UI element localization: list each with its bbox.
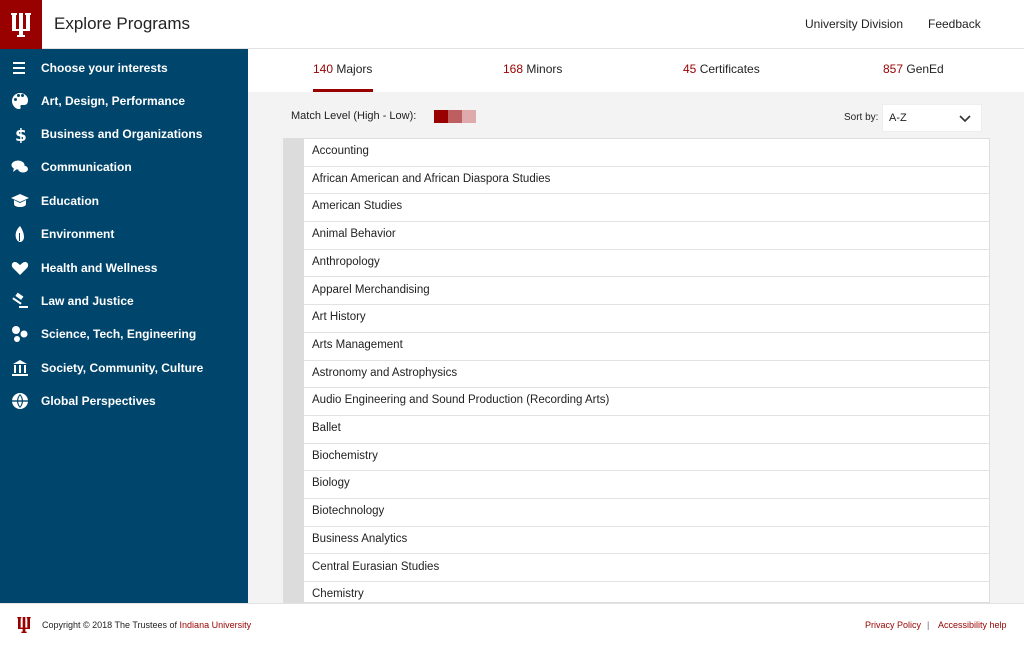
list-item[interactable]: Art History: [304, 305, 989, 333]
sidebar-item-label: Global Perspectives: [41, 394, 156, 408]
sidebar-item-label: Communication: [41, 160, 132, 174]
tab-gened[interactable]: 857 GenEd: [883, 49, 953, 92]
sort-select[interactable]: A-Z: [882, 104, 982, 132]
list-item[interactable]: Business Analytics: [304, 526, 989, 555]
program-list: Accounting African American and African D…: [283, 138, 990, 603]
list-item[interactable]: Audio Engineering and Sound Production (…: [304, 388, 989, 416]
tab-majors[interactable]: 140 Majors: [313, 49, 373, 92]
list-item[interactable]: Biology: [304, 471, 989, 500]
sidebar-item-label: Science, Tech, Engineering: [41, 327, 197, 341]
accessibility-help-link[interactable]: Accessibility help: [938, 620, 1007, 630]
sort-by-label: Sort by:: [844, 112, 879, 123]
sidebar-item-communication[interactable]: Communication: [0, 152, 248, 182]
list-item[interactable]: Biochemistry: [304, 443, 989, 472]
tab-minors[interactable]: 168 Minors: [503, 49, 573, 92]
trident-icon: [17, 617, 31, 633]
sidebar-item-society-community-culture[interactable]: Society, Community, Culture: [0, 353, 248, 383]
sidebar-item-label: Art, Design, Performance: [41, 94, 186, 108]
list-item[interactable]: Central Eurasian Studies: [304, 554, 989, 583]
molecule-icon: [10, 324, 30, 344]
app-footer: Copyright © 2018 The Trustees of Indiana…: [0, 603, 1024, 645]
list-item[interactable]: African American and African Diaspora St…: [304, 166, 989, 195]
sidebar-item-label: Choose your interests: [41, 61, 168, 75]
feedback-link[interactable]: Feedback: [928, 17, 981, 31]
privacy-policy-link[interactable]: Privacy Policy: [865, 620, 921, 630]
tab-label: Certificates: [699, 62, 760, 76]
palette-icon: [10, 91, 30, 111]
list-item[interactable]: Apparel Merchandising: [304, 277, 989, 306]
sidebar-item-business-organizations[interactable]: $ Business and Organizations: [0, 119, 248, 149]
tab-certificates[interactable]: 45 Certificates: [683, 49, 773, 92]
gavel-icon: [10, 291, 30, 311]
leaf-icon: [10, 224, 30, 244]
sidebar-item-label: Business and Organizations: [41, 127, 203, 141]
tab-label: Majors: [336, 62, 373, 76]
sidebar-item-label: Environment: [41, 227, 115, 241]
list-item[interactable]: Animal Behavior: [304, 222, 989, 250]
sidebar-item-label: Health and Wellness: [41, 261, 158, 275]
sidebar-item-choose-interests[interactable]: Choose your interests: [0, 53, 248, 83]
copyright-prefix: Copyright © 2018 The Trustees of: [42, 620, 180, 630]
sidebar-item-global-perspectives[interactable]: Global Perspectives: [0, 386, 248, 416]
sidebar-item-health-wellness[interactable]: Health and Wellness: [0, 253, 248, 283]
tab-label: Minors: [526, 62, 563, 76]
list-item[interactable]: Astronomy and Astrophysics: [304, 360, 989, 389]
graduation-cap-icon: [10, 191, 30, 211]
match-level-label: Match Level (High - Low):: [291, 110, 417, 122]
indiana-university-link[interactable]: Indiana University: [180, 620, 252, 630]
copyright-text: Copyright © 2018 The Trustees of Indiana…: [42, 620, 251, 630]
tab-count: 168: [503, 62, 524, 76]
program-type-tabs: 140 Majors 168 Minors 45 Certificates 85…: [248, 49, 1024, 92]
list-item[interactable]: Ballet: [304, 416, 989, 444]
tab-label: GenEd: [906, 62, 944, 76]
footer-separator: |: [927, 620, 930, 630]
speech-bubbles-icon: [10, 157, 30, 177]
menu-icon: [10, 58, 30, 78]
sidebar-item-label: Education: [41, 194, 100, 208]
app-header: Explore Programs University Division Fee…: [0, 0, 1024, 49]
interest-sidebar: Choose your interests Art, Design, Perfo…: [0, 49, 248, 603]
list-item[interactable]: Arts Management: [304, 332, 989, 361]
chevron-down-icon: [959, 115, 971, 123]
match-level-strip: [284, 139, 304, 602]
sidebar-item-education[interactable]: Education: [0, 186, 248, 216]
sidebar-item-law-justice[interactable]: Law and Justice: [0, 286, 248, 316]
list-item[interactable]: Accounting: [304, 139, 989, 167]
sidebar-item-science-tech-engineering[interactable]: Science, Tech, Engineering: [0, 319, 248, 349]
sidebar-item-environment[interactable]: Environment: [0, 219, 248, 249]
svg-text:$: $: [15, 126, 27, 143]
sidebar-item-art-design-performance[interactable]: Art, Design, Performance: [0, 86, 248, 116]
tab-count: 45: [683, 62, 697, 76]
list-item[interactable]: Anthropology: [304, 249, 989, 278]
match-level-low-swatch: [462, 110, 476, 123]
tab-count: 140: [313, 62, 334, 76]
match-level-medium-swatch: [448, 110, 462, 123]
trident-icon: [11, 12, 31, 37]
building-icon: [10, 358, 30, 378]
sidebar-item-label: Law and Justice: [41, 294, 134, 308]
page-title: Explore Programs: [54, 14, 191, 33]
heart-icon: [10, 258, 30, 278]
tab-count: 857: [883, 62, 904, 76]
iu-logo[interactable]: [0, 0, 42, 49]
university-division-link[interactable]: University Division: [805, 17, 903, 31]
sidebar-item-label: Society, Community, Culture: [41, 361, 204, 375]
list-item[interactable]: American Studies: [304, 194, 989, 223]
dollar-icon: $: [10, 124, 30, 144]
sort-value: A-Z: [889, 112, 907, 124]
list-item[interactable]: Chemistry: [304, 582, 989, 602]
globe-icon: [10, 391, 30, 411]
match-level-high-swatch: [434, 110, 448, 123]
list-item[interactable]: Biotechnology: [304, 499, 989, 527]
